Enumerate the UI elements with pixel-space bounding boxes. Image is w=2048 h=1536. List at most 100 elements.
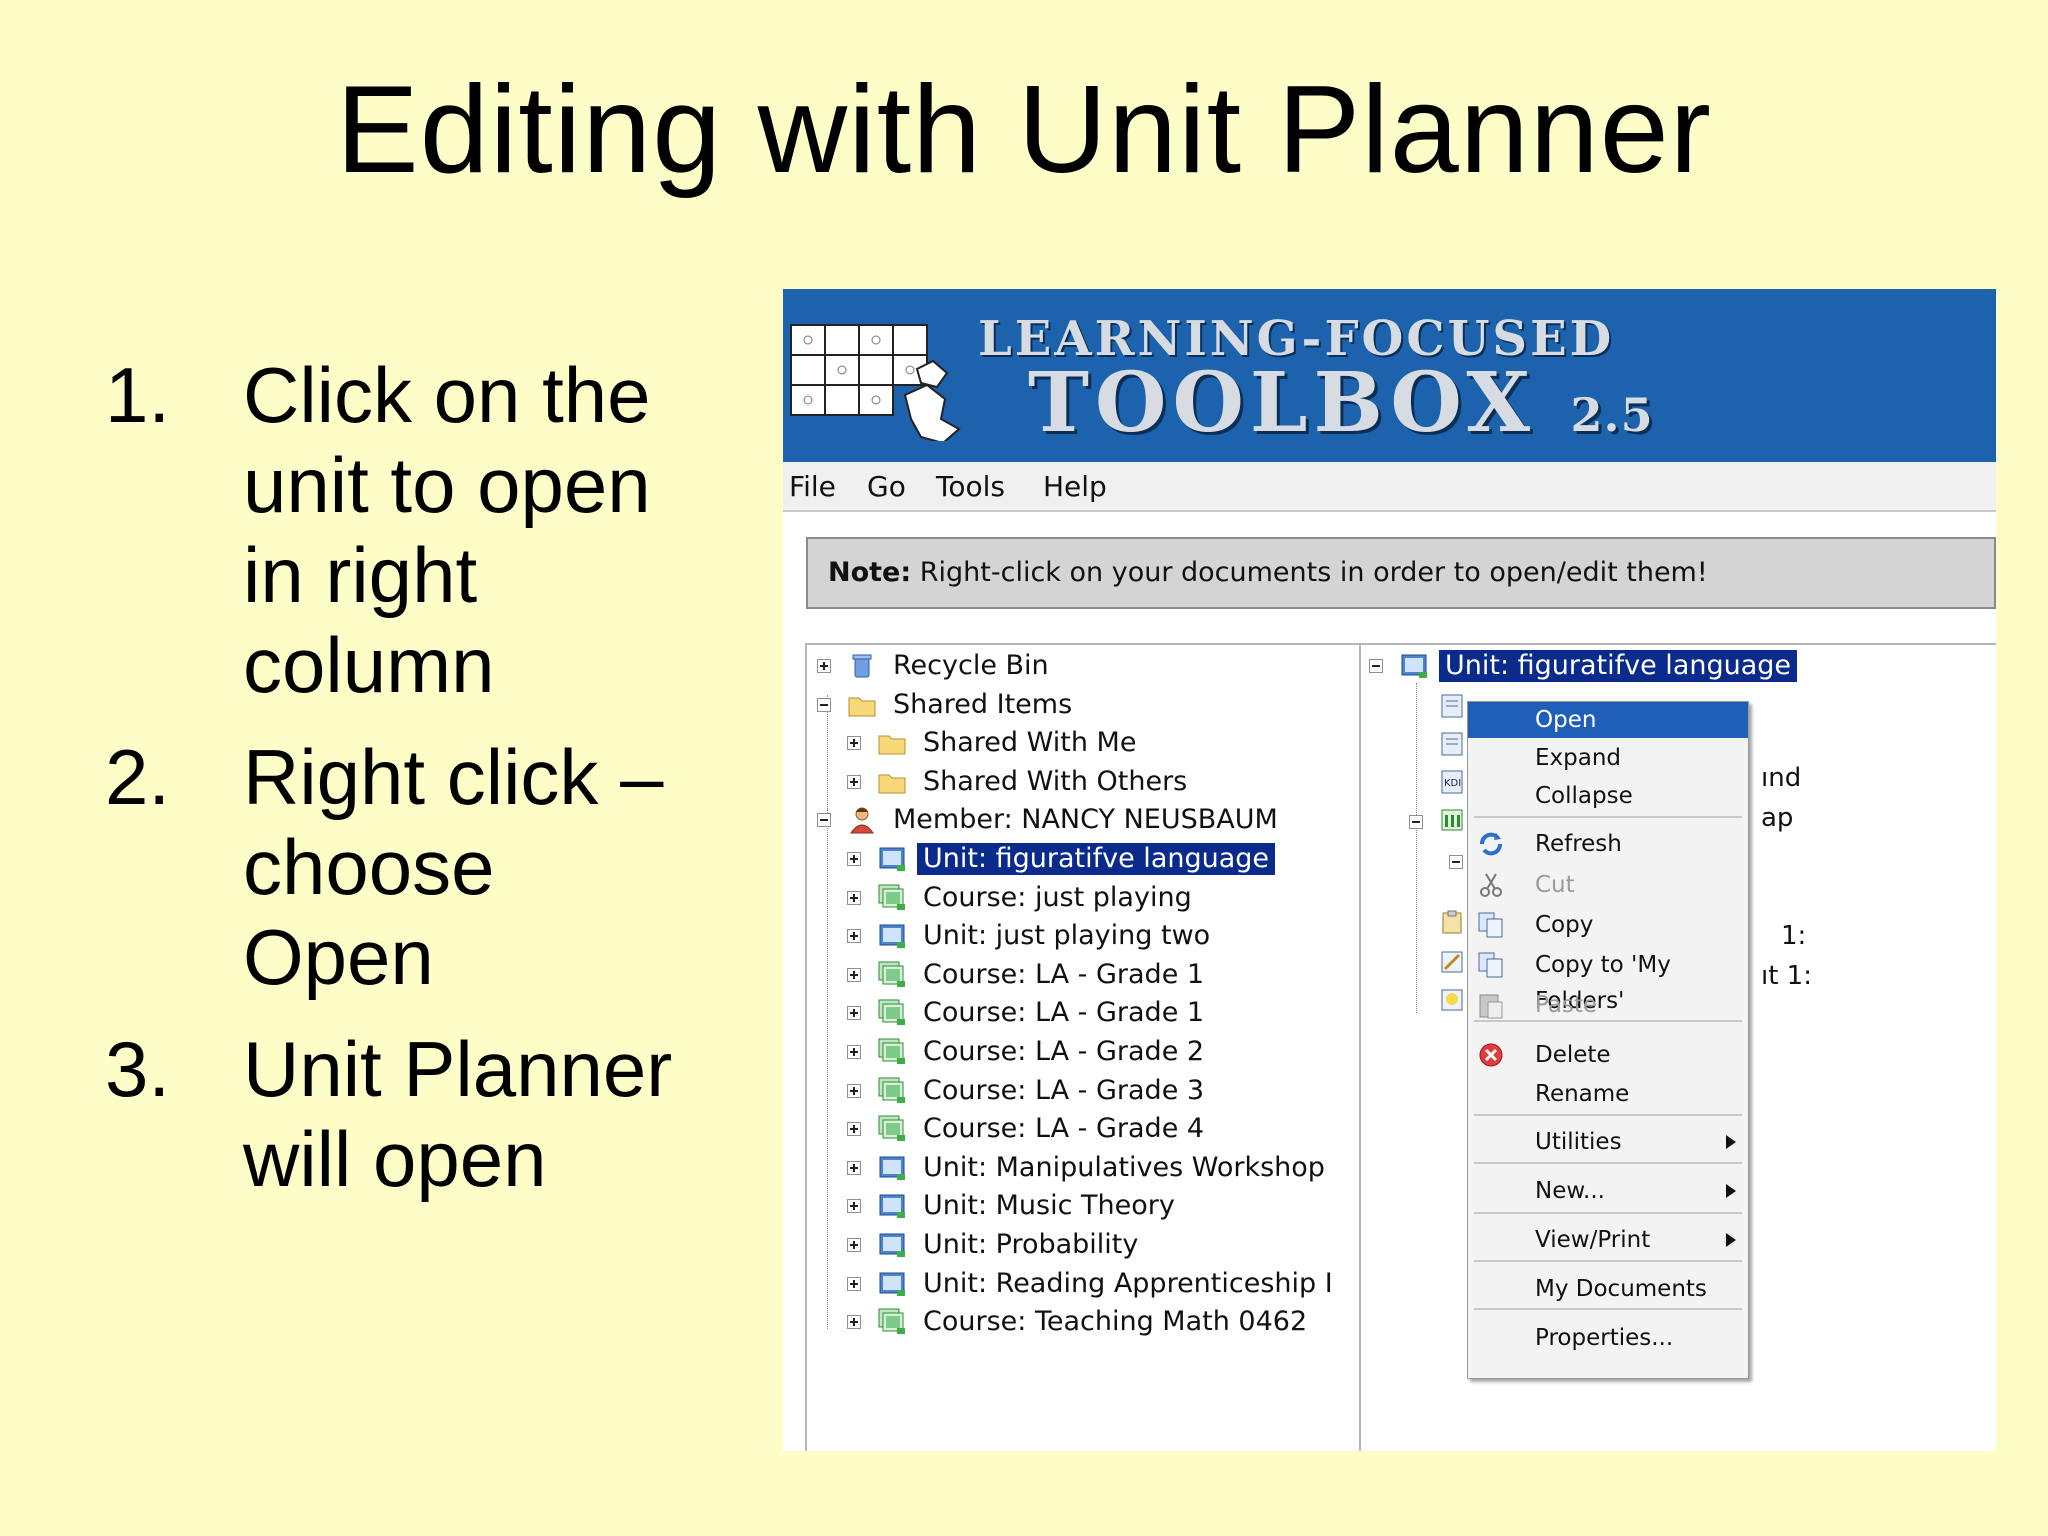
tree-item[interactable]: Unit: figuratifve language — [847, 842, 1387, 878]
submenu-arrow-icon — [1726, 1184, 1736, 1198]
clipboard-icon — [1442, 910, 1462, 934]
tree-item[interactable]: Recycle Bin — [817, 649, 1357, 685]
tree-item-label: Unit: just playing two — [923, 920, 1211, 952]
tree-item[interactable]: Unit: just playing two — [847, 919, 1387, 955]
tree-item-label: Unit: Music Theory — [923, 1190, 1175, 1222]
tree-item[interactable]: Unit: Reading Apprenticeship I — [847, 1267, 1387, 1303]
collapse-toggle[interactable] — [1449, 855, 1463, 869]
brand-line-2: TOOLBOX 2.5 — [1028, 355, 1654, 451]
expand-toggle[interactable] — [817, 659, 831, 673]
expand-toggle[interactable] — [847, 1122, 861, 1137]
menu-item-properties[interactable]: Properties... — [1468, 1320, 1748, 1356]
pencil-icon — [1441, 951, 1463, 973]
expand-toggle[interactable] — [847, 1160, 861, 1175]
collapse-toggle[interactable] — [1409, 815, 1423, 829]
menu-item-new[interactable]: New... — [1468, 1173, 1748, 1209]
delete-icon — [1479, 1043, 1503, 1067]
menu-item-label: Open — [1535, 707, 1597, 733]
menu-file[interactable]: File — [789, 470, 836, 503]
tree-item[interactable]: Course: Teaching Math 0462 — [847, 1305, 1387, 1341]
tree-item[interactable]: Course: LA - Grade 1 — [847, 996, 1387, 1032]
menu-help[interactable]: Help — [1043, 470, 1107, 503]
menu-separator — [1474, 816, 1742, 818]
menu-item-cut[interactable]: Cut — [1468, 867, 1748, 903]
expand-toggle[interactable] — [847, 852, 861, 866]
menu-item-copy-to-my-folders[interactable]: Copy to 'My Folders' — [1468, 947, 1748, 1014]
menu-separator — [1474, 1114, 1742, 1116]
folder-icon — [848, 697, 876, 717]
expand-toggle[interactable] — [847, 1083, 861, 1098]
menu-item-label: View/Print — [1535, 1227, 1651, 1253]
step-text: Right click – choose Open — [243, 732, 745, 1002]
expand-toggle[interactable] — [847, 1045, 861, 1059]
menu-separator — [1474, 1212, 1742, 1214]
step-item: 3. Unit Planner will open — [105, 1024, 745, 1204]
tree-item[interactable]: Shared With Me — [847, 726, 1387, 762]
menu-item-label: Delete — [1535, 1042, 1611, 1068]
course-icon — [878, 1115, 905, 1142]
expand-toggle[interactable] — [847, 890, 861, 905]
menu-item-collapse[interactable]: Collapse — [1468, 778, 1748, 814]
menu-item-rename[interactable]: Rename — [1468, 1076, 1748, 1112]
menu-item-label: Expand — [1535, 745, 1622, 771]
menu-item-copy[interactable]: Copy — [1468, 907, 1748, 943]
expand-toggle[interactable] — [847, 1199, 861, 1214]
tree-item-label: Course: LA - Grade 1 — [923, 997, 1205, 1029]
expand-toggle[interactable] — [847, 929, 861, 944]
refresh-icon — [1480, 832, 1502, 856]
menu-item-refresh[interactable]: Refresh — [1468, 826, 1748, 862]
menu-item-expand[interactable]: Expand — [1468, 740, 1748, 776]
menu-separator — [1474, 1308, 1742, 1310]
collapse-toggle[interactable] — [1369, 659, 1383, 673]
right-tree-root[interactable]: Unit: figuratifve language — [1369, 649, 1969, 685]
menu-item-view-print[interactable]: View/Print — [1468, 1222, 1748, 1258]
tree-item-label: Course: LA - Grade 3 — [923, 1074, 1205, 1106]
tree-item[interactable]: Course: LA - Grade 3 — [847, 1074, 1387, 1110]
step-line: will open — [243, 1115, 547, 1203]
expand-toggle[interactable] — [847, 1238, 861, 1252]
menu-item-delete[interactable]: Delete — [1468, 1037, 1748, 1073]
expand-toggle[interactable] — [847, 967, 861, 982]
tree-item-label: Unit: Probability — [923, 1229, 1139, 1260]
tree-item[interactable]: Unit: Manipulatives Workshop — [847, 1151, 1387, 1187]
collapse-toggle[interactable] — [817, 813, 831, 828]
menu-item-my-documents[interactable]: My Documents — [1468, 1271, 1748, 1307]
svg-text:KDI: KDI — [1444, 778, 1461, 789]
step-text: Unit Planner will open — [243, 1024, 745, 1204]
menu-item-open[interactable]: Open — [1468, 702, 1748, 738]
unit-icon — [879, 847, 905, 871]
expand-toggle[interactable] — [847, 1006, 861, 1021]
tree-item[interactable]: Course: just playing — [847, 881, 1387, 917]
expand-toggle[interactable] — [847, 736, 861, 751]
tree-item-label: Course: LA - Grade 1 — [923, 958, 1205, 990]
expand-toggle[interactable] — [847, 774, 861, 789]
tree-item[interactable]: Shared With Others — [847, 765, 1387, 801]
note-text: Right-click on your documents in order t… — [911, 557, 1708, 588]
menu-tools[interactable]: Tools — [936, 470, 1005, 503]
menu-item-label: Copy — [1535, 912, 1594, 938]
slide-title: Editing with Unit Planner — [336, 61, 1712, 199]
tree-item[interactable]: Course: LA - Grade 1 — [847, 958, 1387, 994]
tree-item[interactable]: Unit: Probability — [847, 1228, 1387, 1264]
menu-go[interactable]: Go — [867, 470, 906, 503]
menu-item-utilities[interactable]: Utilities — [1468, 1124, 1748, 1160]
tree-item[interactable]: Unit: Music Theory — [847, 1189, 1387, 1225]
tree-item[interactable]: Course: LA - Grade 4 — [847, 1112, 1387, 1148]
menu-separator — [1474, 1162, 1742, 1164]
tree-item[interactable]: Shared Items — [817, 688, 1357, 724]
step-line: Click on the — [243, 351, 651, 439]
collapse-toggle[interactable] — [817, 697, 831, 712]
step-line: in right — [243, 531, 478, 619]
expand-toggle[interactable] — [847, 1315, 861, 1330]
unit-icon — [879, 1233, 905, 1257]
step-number: 2. — [105, 733, 171, 821]
menu-item-paste[interactable]: Paste — [1468, 987, 1748, 1023]
menu-bar: File Go Tools Help — [783, 462, 1996, 512]
note-label: Note: — [828, 557, 912, 588]
menu-item-label: Utilities — [1535, 1129, 1622, 1155]
tree-item[interactable]: Member: NANCY NEUSBAUM — [817, 803, 1357, 839]
right-root-label: Unit: figuratifve language — [1439, 650, 1798, 682]
tree-item[interactable]: Course: LA - Grade 2 — [847, 1035, 1387, 1071]
menu-separator — [1474, 1020, 1742, 1022]
expand-toggle[interactable] — [847, 1276, 861, 1291]
